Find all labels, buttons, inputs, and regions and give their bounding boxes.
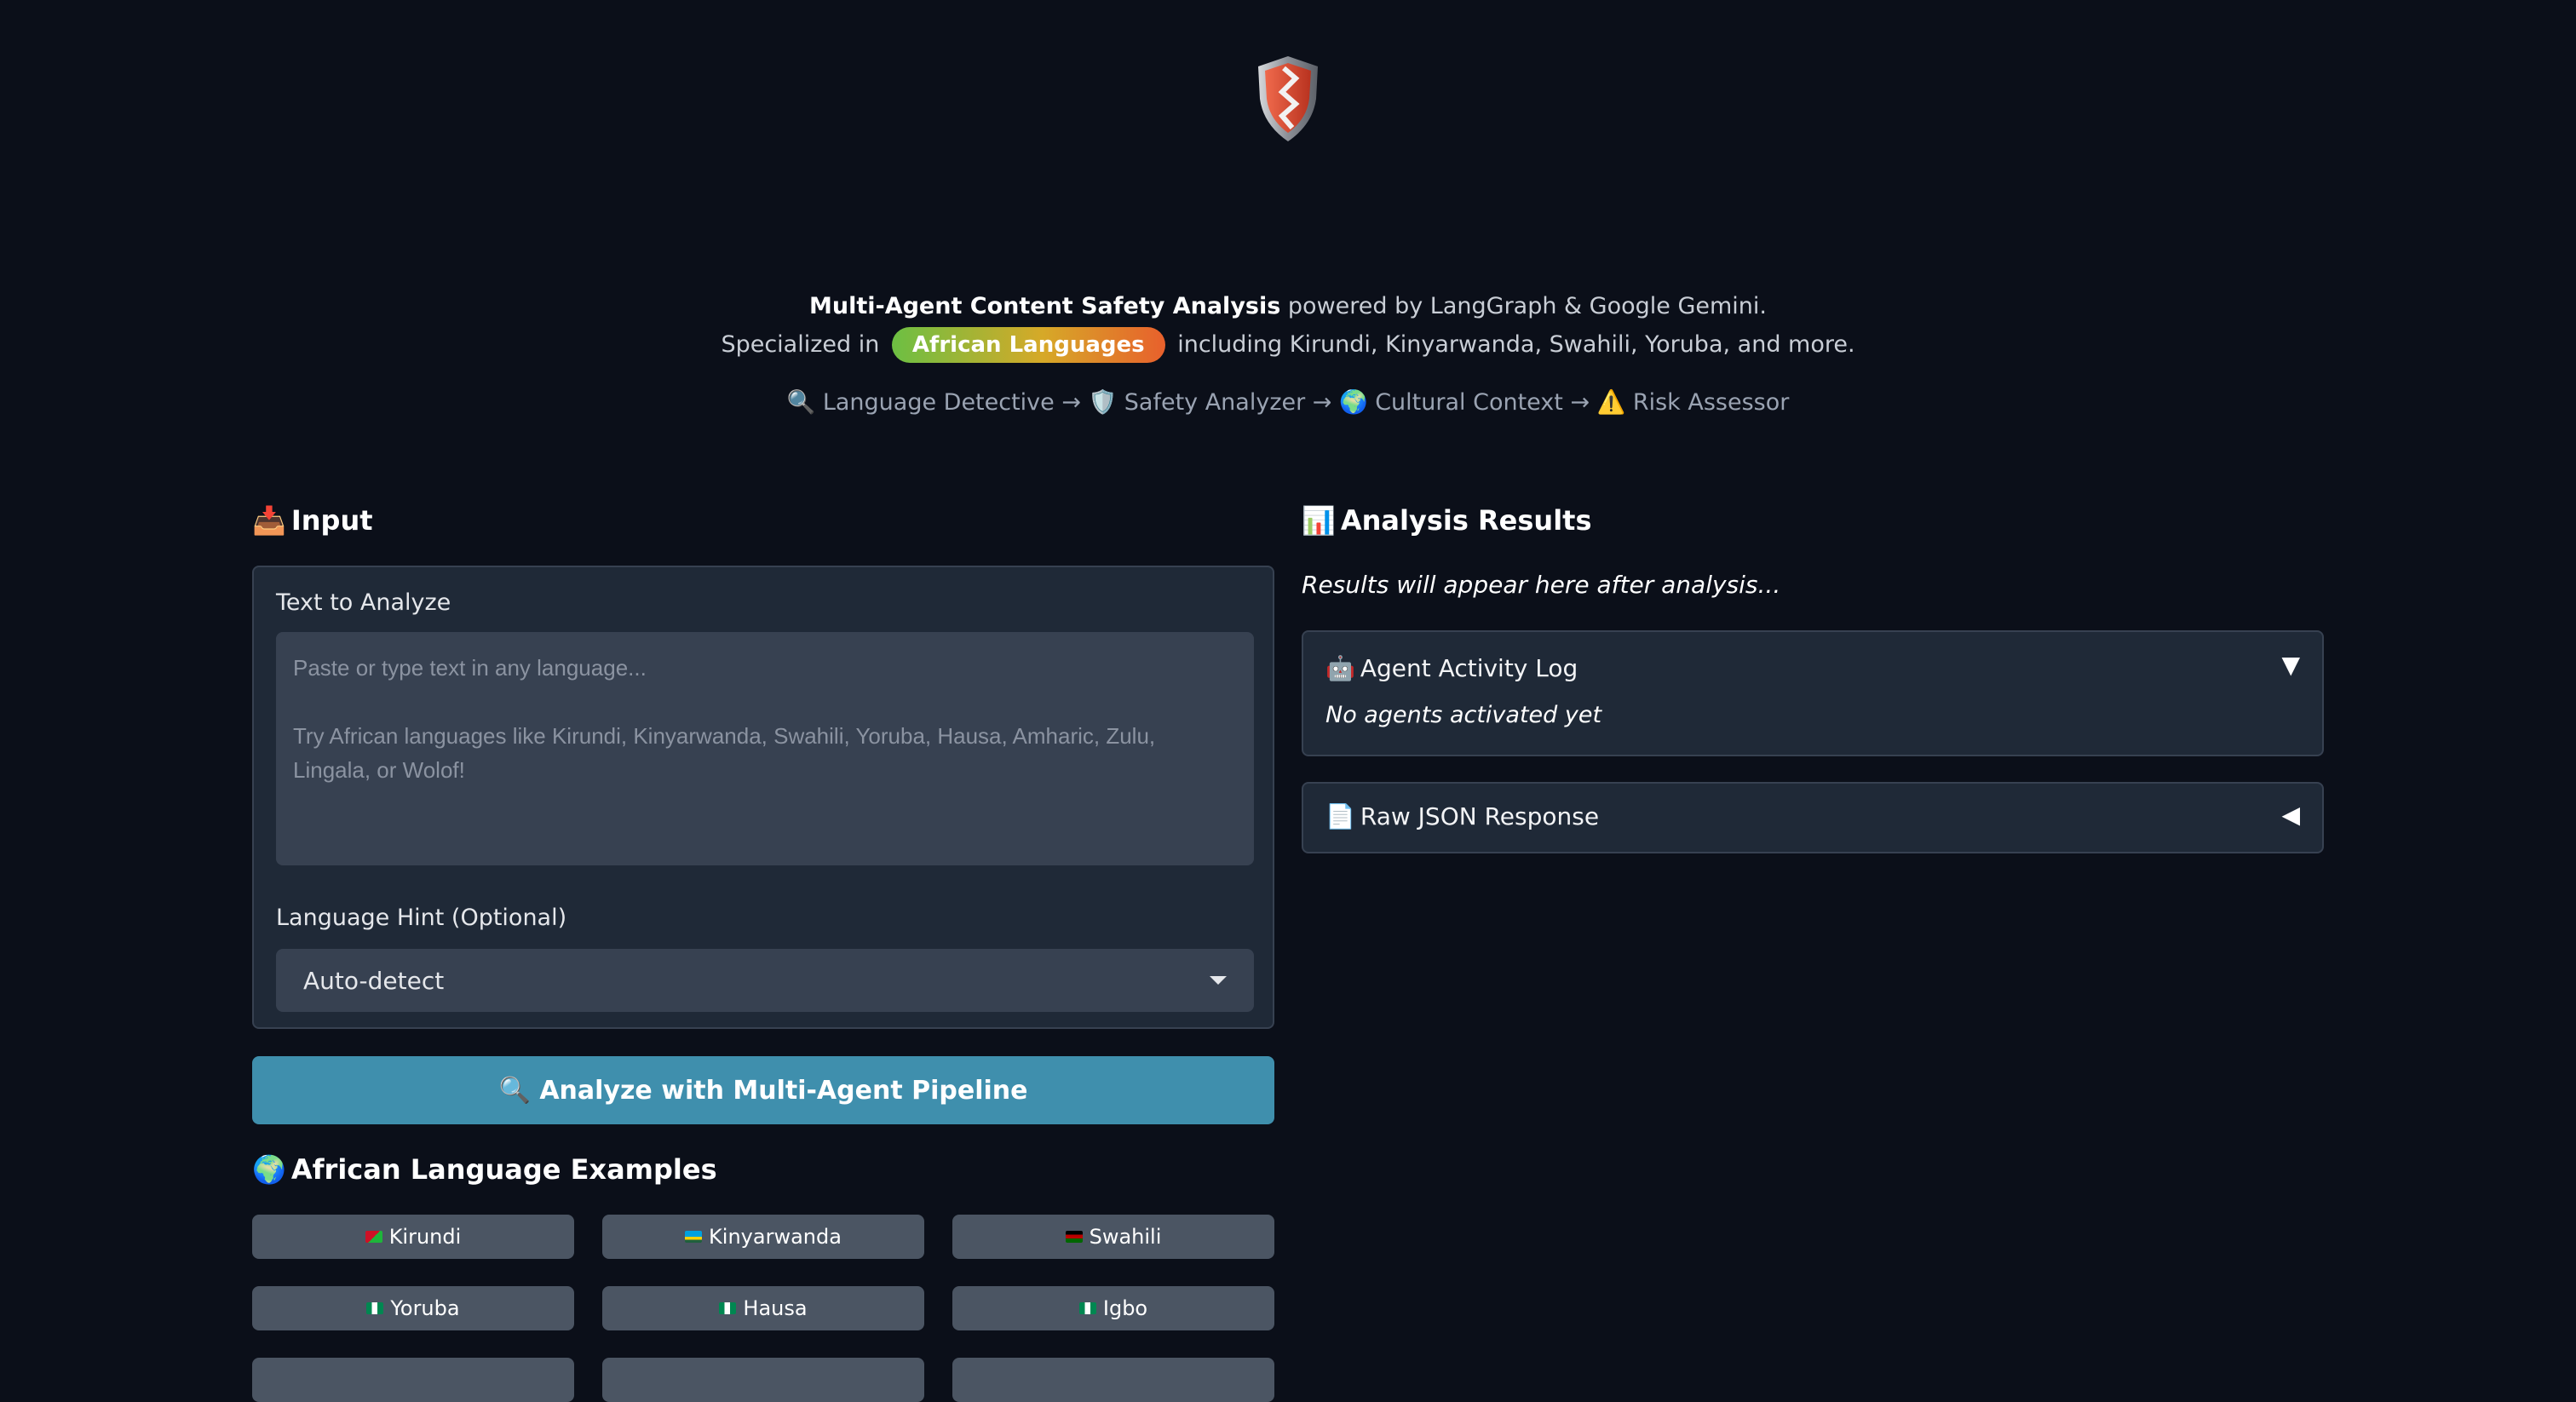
chevron-down-icon (1210, 976, 1227, 985)
examples-title-text: African Language Examples (290, 1153, 717, 1186)
example-label: Kirundi (388, 1225, 462, 1249)
example-label: Hausa (743, 1296, 808, 1320)
agent-activity-log-header[interactable]: 🤖 Agent Activity Log (1325, 654, 1578, 682)
example-button-kinyarwanda[interactable]: Kinyarwanda (602, 1215, 924, 1259)
example-button-yoruba[interactable]: Yoruba (252, 1286, 574, 1330)
example-button-swahili[interactable]: Swahili (952, 1215, 1274, 1259)
tagline-line-1: Multi-Agent Content Safety Analysis powe… (0, 293, 2576, 319)
agent-activity-log-body: No agents activated yet (1325, 702, 1602, 728)
example-label: Igbo (1102, 1296, 1148, 1320)
bar-chart-icon: 📊 (1302, 504, 1336, 537)
tagline-bold: Multi-Agent Content Safety Analysis (808, 293, 1281, 319)
african-languages-badge: African Languages (891, 327, 1165, 363)
tagline-rest: powered by LangGraph & Google Gemini. (1280, 293, 1768, 319)
results-placeholder-text: Results will appear here after analysis.… (1302, 571, 1781, 599)
example-button-hausa[interactable]: Hausa (602, 1286, 924, 1330)
example-label: Kinyarwanda (709, 1225, 842, 1249)
agent-activity-log-accordion[interactable]: 🤖 Agent Activity Log ▼ No agents activate… (1302, 630, 2324, 756)
nigeria-flag-icon (719, 1302, 737, 1314)
raw-json-accordion[interactable]: 📄 Raw JSON Response ◀ (1302, 782, 2324, 853)
analyze-button[interactable]: 🔍 Analyze with Multi-Agent Pipeline (252, 1056, 1274, 1124)
agent-pipeline-description: 🔍 Language Detective → 🛡️ Safety Analyze… (786, 389, 1790, 416)
language-hint-value: Auto-detect (303, 966, 445, 995)
example-button-kirundi[interactable]: Kirundi (252, 1215, 574, 1259)
raw-json-header[interactable]: 📄 Raw JSON Response (1325, 802, 1599, 830)
raw-json-title: Raw JSON Response (1360, 802, 1600, 830)
text-to-analyze-input[interactable] (276, 632, 1254, 865)
example-label: Yoruba (390, 1296, 460, 1320)
examples-section-title: 🌍 African Language Examples (252, 1153, 717, 1186)
language-hint-label: Language Hint (Optional) (276, 905, 567, 931)
nigeria-flag-icon (1078, 1302, 1096, 1314)
results-title-text: Analysis Results (1340, 504, 1592, 537)
input-title-text: Input (290, 504, 373, 537)
collapse-arrow-icon[interactable]: ▼ (2281, 651, 2300, 679)
input-card: Text to Analyze Language Hint (Optional)… (252, 566, 1274, 1029)
burundi-flag-icon (365, 1231, 382, 1243)
robot-icon: 🤖 (1325, 654, 1355, 682)
tagline-line-2: Specialized in African Languages includi… (0, 327, 2576, 371)
globe-icon: 🌍 (252, 1153, 286, 1186)
document-icon: 📄 (1325, 802, 1355, 830)
rwanda-flag-icon (685, 1231, 703, 1243)
input-section-title: 📥 Input (252, 504, 373, 537)
nigeria-flag-icon (366, 1302, 384, 1314)
tagline-suffix: including Kirundi, Kinyarwanda, Swahili,… (1170, 331, 1855, 358)
example-button-igbo[interactable]: Igbo (952, 1286, 1274, 1330)
language-hint-dropdown[interactable]: Auto-detect (276, 949, 1254, 1012)
text-to-analyze-label: Text to Analyze (276, 589, 451, 616)
inbox-icon: 📥 (252, 504, 286, 537)
results-section-title: 📊 Analysis Results (1302, 504, 1592, 537)
kenya-flag-icon (1065, 1231, 1083, 1243)
example-label: Swahili (1089, 1225, 1162, 1249)
expand-arrow-icon[interactable]: ◀ (2281, 801, 2300, 829)
shield-logo-icon (1258, 56, 1318, 141)
agent-activity-log-title: Agent Activity Log (1360, 654, 1578, 682)
tagline-prefix: Specialized in (721, 331, 887, 358)
examples-grid: Kirundi Kinyarwanda Swahili Yoruba Hausa… (252, 1215, 1274, 1402)
